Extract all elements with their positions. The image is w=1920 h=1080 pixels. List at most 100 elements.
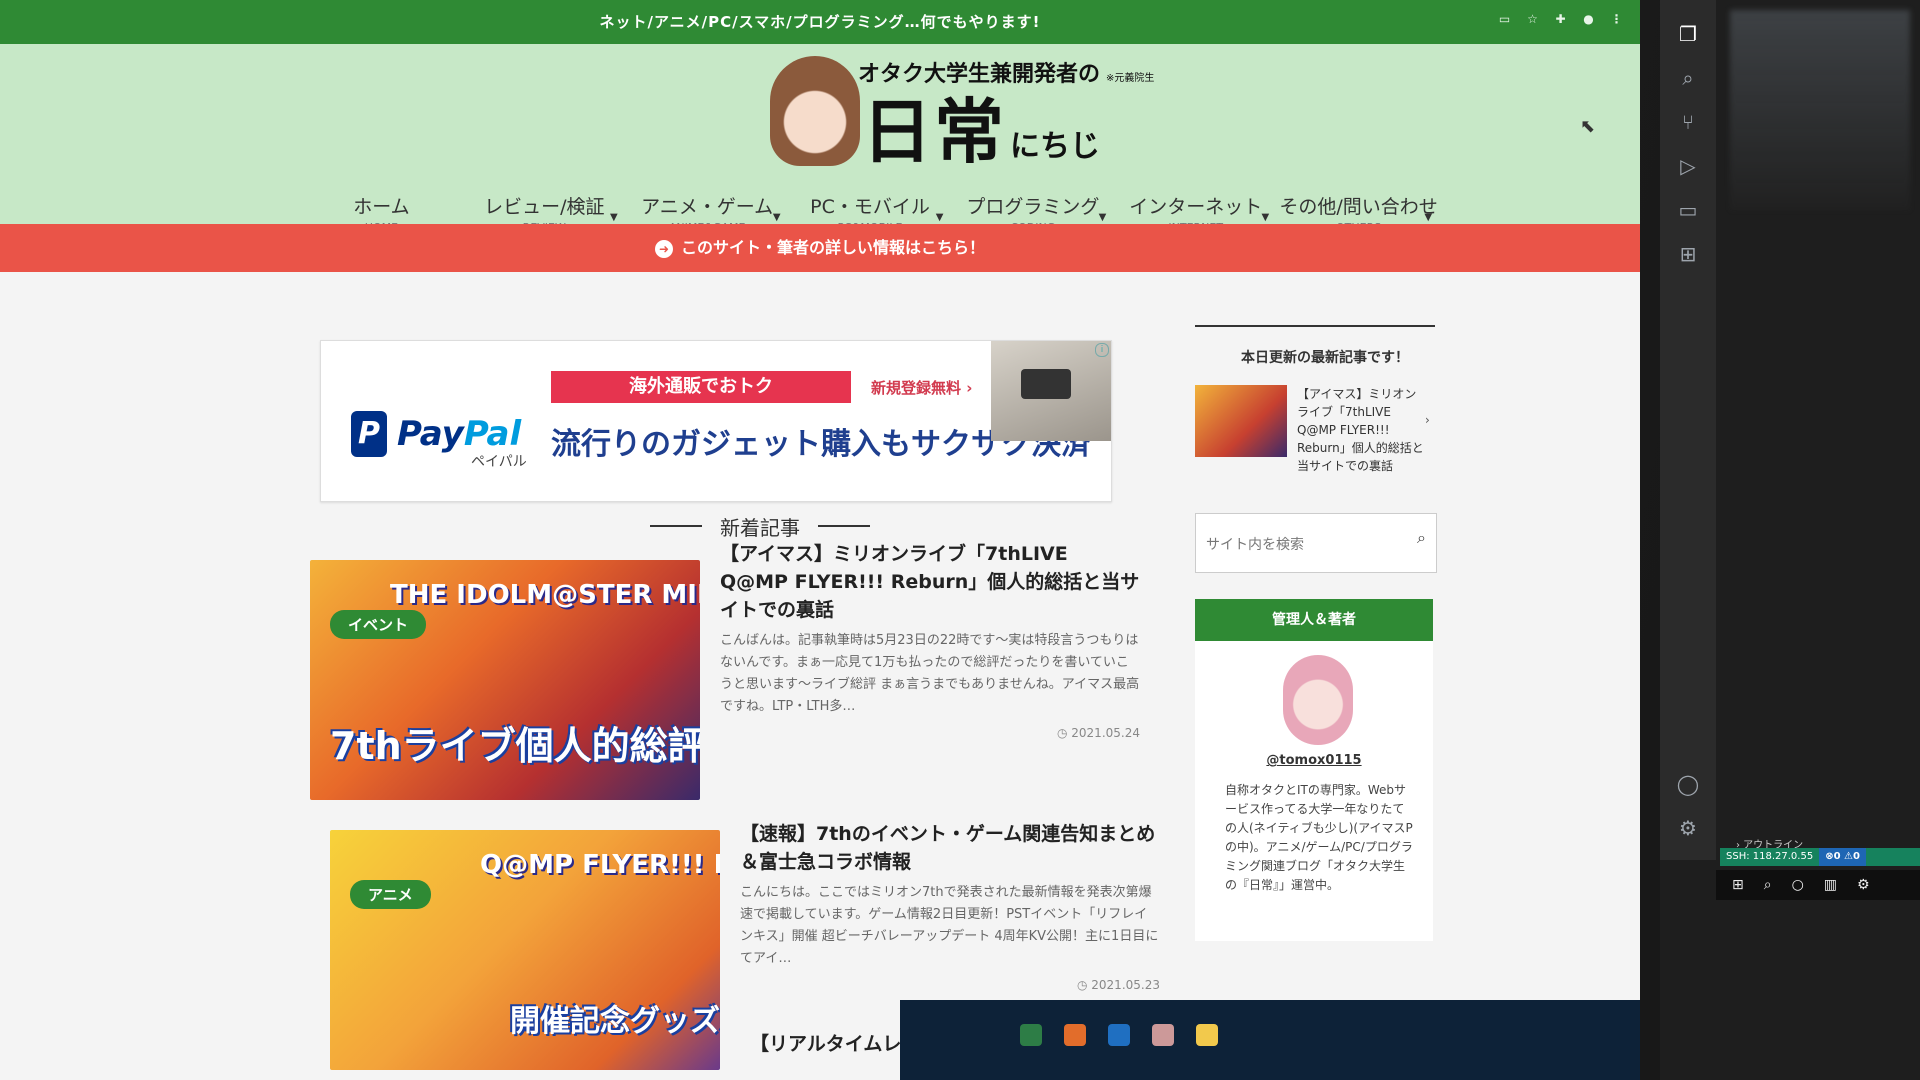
chrome-icon[interactable] bbox=[1196, 1024, 1218, 1046]
search-icon[interactable]: ⌕ bbox=[1417, 528, 1426, 548]
category-badge: イベント bbox=[330, 610, 427, 639]
extensions-icon[interactable]: ⊞ bbox=[1674, 240, 1702, 268]
thumbnail-caption: 7thライブ個人的総評 bbox=[330, 724, 700, 768]
mascot-face bbox=[770, 56, 860, 166]
app-icon[interactable] bbox=[1152, 1024, 1174, 1046]
ad-red-label: 海外通販でおトク bbox=[551, 371, 851, 403]
site-info-banner[interactable]: ➜ このサイト・筆者の詳しい情報はこちら！ bbox=[0, 224, 1640, 272]
paypal-kana: ペイパル bbox=[471, 454, 527, 470]
task-view-icon[interactable]: ▥ bbox=[1824, 877, 1837, 893]
taskbar-icons bbox=[1020, 1024, 1218, 1046]
article-title[interactable]: 【アイマス】ミリオンライブ「7thLIVE Q@MP FLYER!!! Rebu… bbox=[720, 540, 1140, 624]
author-bio: 自称オタクとITの専門家。Webサービス作ってる大学一年なりたての人(ネイティブ… bbox=[1225, 783, 1413, 892]
admin-profile: @tomox0115 自称オタクとITの専門家。Webサービス作ってる大学一年な… bbox=[1195, 641, 1433, 941]
browser-viewport: ネット/アニメ/PC/スマホ/プログラミング…何でもやります! ▭ ☆ ✚ ● … bbox=[0, 0, 1640, 1080]
cortana-icon[interactable]: ○ bbox=[1792, 877, 1804, 893]
admin-heading: 管理人＆著者 bbox=[1195, 599, 1433, 641]
thumbnail-caption: 開催記念グッズ販売 bbox=[510, 1004, 720, 1039]
remote-explorer-icon[interactable]: ▭ bbox=[1674, 196, 1702, 224]
search-icon[interactable]: ⌕ bbox=[1674, 64, 1702, 92]
mouse-cursor-icon: ⬉ bbox=[1580, 116, 1596, 137]
article-text: 【速報】7thのイベント・ゲーム関連告知まとめ＆富士急コラボ情報 こんにちは。こ… bbox=[740, 820, 1160, 992]
explorer-panel bbox=[1730, 10, 1910, 210]
problems-status[interactable]: ⊗0 ⚠0 bbox=[1819, 848, 1866, 866]
search-input[interactable]: サイト内を検索 bbox=[1206, 534, 1304, 554]
latest-update-heading: 本日更新の最新記事です！ bbox=[1241, 350, 1409, 366]
article-date: ◷ 2021.05.24 bbox=[1056, 726, 1140, 740]
article-excerpt: こんばんは。記事執筆時は5月23日の22時です～実は特段言うつもりはないんです。… bbox=[720, 633, 1140, 714]
gear-icon[interactable]: ⚙ bbox=[1674, 814, 1702, 842]
star-icon[interactable]: ☆ bbox=[1526, 12, 1540, 26]
nav-label: その他/問い合わせ bbox=[1279, 196, 1438, 218]
arrow-circle-icon: ➜ bbox=[654, 239, 673, 258]
thumbnail-logo: THE IDOLM@STER MILLION LIVE! bbox=[390, 580, 700, 610]
site-search[interactable]: サイト内を検索 ⌕ bbox=[1195, 513, 1437, 573]
latest-post-thumbnail[interactable] bbox=[1195, 385, 1287, 457]
vscode-window: ❐ ⌕ ⑂ ▷ ▭ ⊞ ◯ ⚙ › アウトライン SSH: 118.27.0.5… bbox=[1660, 0, 1920, 1080]
article-thumbnail[interactable]: Q@MP FLYER!!! Reburn アニメ 開催記念グッズ販売 bbox=[330, 830, 720, 1070]
chevron-down-icon: ▼ bbox=[1261, 212, 1270, 223]
nav-label: ホーム bbox=[353, 196, 410, 218]
excel-icon[interactable] bbox=[1020, 1024, 1042, 1046]
article-card[interactable]: THE IDOLM@STER MILLION LIVE! イベント 7thライブ… bbox=[310, 543, 1140, 800]
gear-icon[interactable]: ⚙ bbox=[1857, 877, 1870, 893]
run-debug-icon[interactable]: ▷ bbox=[1674, 152, 1702, 180]
thumbnail-logo: Q@MP FLYER!!! Reburn bbox=[480, 850, 720, 880]
article-title[interactable]: 【速報】7thのイベント・ゲーム関連告知まとめ＆富士急コラボ情報 bbox=[740, 820, 1160, 876]
activity-bar: ❐ ⌕ ⑂ ▷ ▭ ⊞ ◯ ⚙ bbox=[1660, 0, 1716, 860]
nav-label: インターネット bbox=[1129, 196, 1263, 218]
nav-label: プログラミング bbox=[966, 196, 1100, 218]
sidebar: 本日更新の最新記事です！ 【アイマス】ミリオンライブ「7thLIVE Q@MP … bbox=[1195, 325, 1455, 941]
more-icon[interactable]: ⋮ bbox=[1610, 12, 1624, 26]
article-text: 【アイマス】ミリオンライブ「7thLIVE Q@MP FLYER!!! Rebu… bbox=[720, 540, 1140, 740]
author-handle[interactable]: @tomox0115 bbox=[1195, 753, 1433, 768]
latest-post[interactable]: 【アイマス】ミリオンライブ「7thLIVE Q@MP FLYER!!! Rebu… bbox=[1195, 385, 1455, 495]
article-thumbnail[interactable]: THE IDOLM@STER MILLION LIVE! イベント 7thライブ… bbox=[310, 560, 700, 800]
category-badge: アニメ bbox=[350, 880, 431, 909]
article-date: ◷ 2021.05.23 bbox=[1076, 978, 1160, 992]
windows-start-icon[interactable]: ⊞ bbox=[1732, 877, 1744, 893]
latest-post-title[interactable]: 【アイマス】ミリオンライブ「7thLIVE Q@MP FLYER!!! Rebu… bbox=[1297, 385, 1427, 475]
browser-toolbar-icons: ▭ ☆ ✚ ● ⋮ bbox=[1498, 12, 1624, 26]
camera-icon bbox=[1021, 369, 1071, 399]
firefox-icon[interactable] bbox=[1064, 1024, 1086, 1046]
nav-label: アニメ・ゲーム bbox=[641, 196, 774, 218]
nav-label: PC・モバイル bbox=[810, 196, 930, 218]
account-icon[interactable]: ◯ bbox=[1674, 770, 1702, 798]
remote-status[interactable]: SSH: 118.27.0.55 bbox=[1726, 851, 1813, 862]
paypal-wordmark: PayPal bbox=[397, 414, 522, 454]
windows-taskbar-right: ⊞ ⌕ ○ ▥ ⚙ bbox=[1716, 870, 1920, 900]
chevron-right-icon: › bbox=[1425, 413, 1430, 427]
site-logo[interactable]: オタク大学生兼開発者の※元義院生 日常にちじょう bbox=[770, 52, 1154, 259]
windows-taskbar bbox=[900, 1000, 1640, 1080]
article-excerpt: こんにちは。ここではミリオン7thで発表された最新情報を発表次第爆速で掲載してい… bbox=[740, 885, 1159, 966]
extension-icon[interactable]: ✚ bbox=[1554, 12, 1568, 26]
tagline-text: ネット/アニメ/PC/スマホ/プログラミング…何でもやります! bbox=[599, 13, 1041, 31]
search-icon[interactable]: ⌕ bbox=[1764, 877, 1772, 893]
site-tagline: ネット/アニメ/PC/スマホ/プログラミング…何でもやります! ▭ ☆ ✚ ● … bbox=[0, 0, 1640, 44]
chevron-down-icon: ▼ bbox=[772, 212, 781, 223]
source-control-icon[interactable]: ⑂ bbox=[1674, 108, 1702, 136]
explorer-icon[interactable]: ❐ bbox=[1674, 20, 1702, 48]
chevron-down-icon: ▼ bbox=[935, 212, 944, 223]
ad-free-signup[interactable]: 新規登録無料 › bbox=[871, 377, 972, 398]
site-header: オタク大学生兼開発者の※元義院生 日常にちじょう ⬉ ホーム- HOME -レビ… bbox=[0, 44, 1640, 259]
nav-label: レビュー/検証 bbox=[484, 196, 605, 218]
clock-icon: ◷ bbox=[1076, 978, 1092, 992]
sidebar-divider bbox=[1195, 325, 1435, 327]
chevron-down-icon: ▼ bbox=[1098, 212, 1107, 223]
status-bar: SSH: 118.27.0.55 ⊗0 ⚠0 bbox=[1720, 848, 1920, 866]
paypal-ad[interactable]: P PayPal ペイパル 海外通販でおトク 新規登録無料 › 流行りのガジェッ… bbox=[320, 340, 1112, 502]
chevron-down-icon: ▼ bbox=[610, 212, 618, 223]
new-articles-heading: 新着記事 bbox=[650, 512, 870, 541]
logo-subtitle: オタク大学生兼開発者の ※元義院生 bbox=[858, 62, 1155, 87]
avatar bbox=[1283, 655, 1353, 745]
reader-icon[interactable]: ▭ bbox=[1498, 12, 1512, 26]
outlook-icon[interactable] bbox=[1108, 1024, 1130, 1046]
ad-photo bbox=[991, 341, 1111, 441]
ad-info-icon[interactable]: i bbox=[1095, 343, 1109, 357]
clock-icon: ◷ bbox=[1056, 726, 1072, 740]
profile-icon[interactable]: ● bbox=[1582, 12, 1596, 26]
notice-text: このサイト・筆者の詳しい情報はこちら！ bbox=[680, 238, 985, 257]
paypal-p-icon: P bbox=[351, 411, 387, 457]
